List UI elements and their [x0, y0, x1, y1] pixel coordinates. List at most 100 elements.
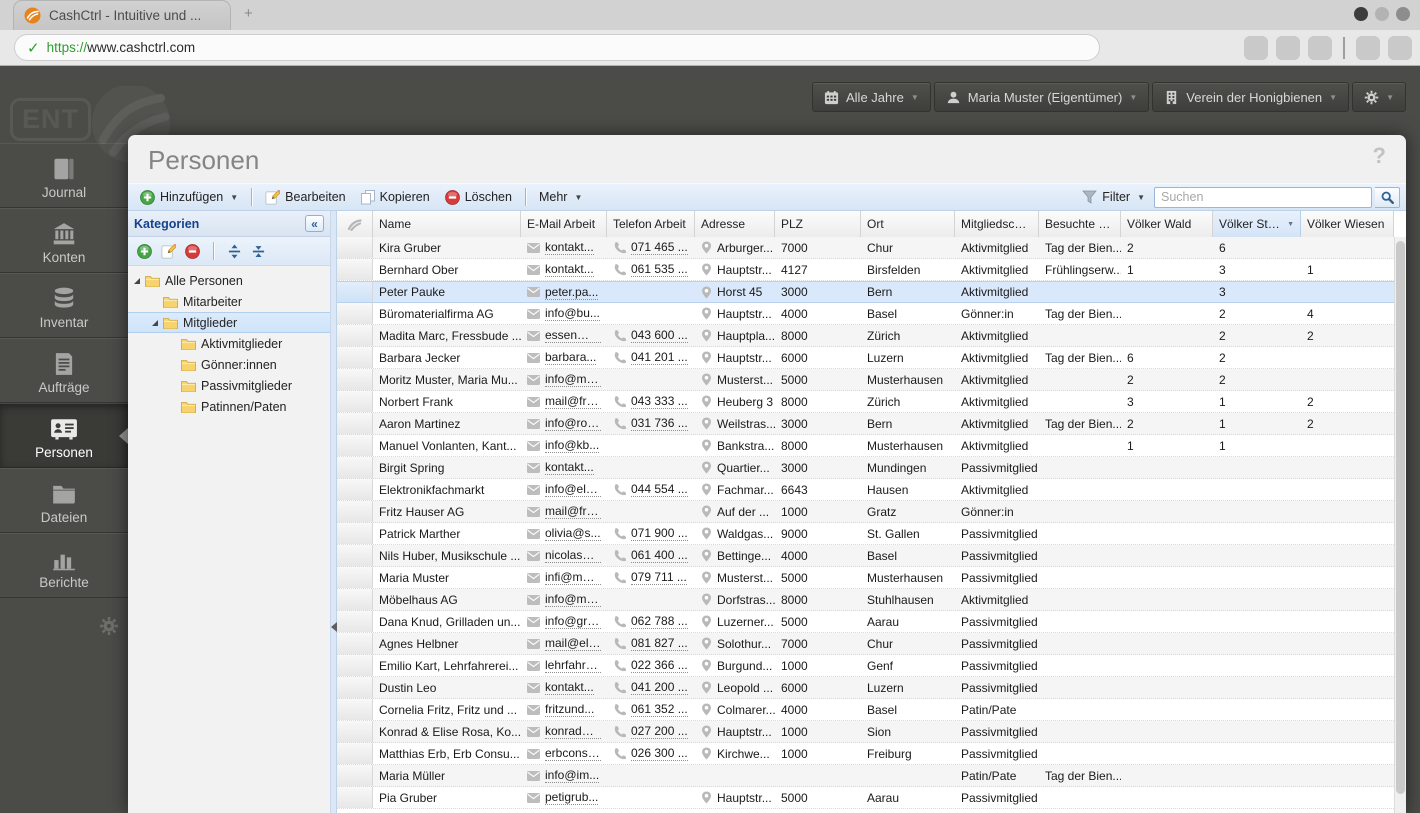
table-row[interactable]: Kira Gruber kontakt... 071 465 ... Arburger… [337, 237, 1394, 259]
email-link[interactable]: info@roh... [545, 416, 601, 431]
table-row[interactable]: Möbelhaus AG info@mo... Dorfstras... 8000 St… [337, 589, 1394, 611]
table-row[interactable]: Madita Marc, Fressbude ... essen@fr... 043… [337, 325, 1394, 347]
table-row[interactable]: Matthias Erb, Erb Consu... erbconsu... 026… [337, 743, 1394, 765]
email-link[interactable]: info@gril... [545, 614, 601, 629]
row-handle[interactable] [337, 347, 373, 368]
sidebar-item-inventar[interactable]: Inventar [0, 273, 128, 338]
tree-expand-caret-icon[interactable] [152, 319, 158, 326]
row-handle[interactable] [337, 611, 373, 632]
table-row[interactable]: Agnes Helbner mail@ele... 081 827 ... Solot… [337, 633, 1394, 655]
phone-link[interactable]: 041 201 ... [631, 350, 688, 365]
tree-expand-caret-icon[interactable] [134, 277, 140, 284]
email-link[interactable]: info@mo... [545, 592, 601, 607]
edit-button[interactable]: Bearbeiten [259, 188, 351, 207]
email-link[interactable]: barbara... [545, 350, 597, 365]
email-link[interactable]: infi@mus... [545, 570, 601, 585]
phone-link[interactable]: 031 736 ... [631, 416, 688, 431]
email-link[interactable]: mail@ele... [545, 636, 601, 651]
phone-link[interactable]: 062 788 ... [631, 614, 688, 629]
table-row[interactable]: Patrick Marther olivia@s... 071 900 ... Wal… [337, 523, 1394, 545]
row-handle[interactable] [337, 501, 373, 522]
email-link[interactable]: erbconsu... [545, 746, 601, 761]
row-handle[interactable] [337, 721, 373, 742]
edit-category-button[interactable] [161, 243, 176, 259]
row-handle[interactable] [337, 545, 373, 566]
email-link[interactable]: petigrub... [545, 790, 599, 805]
phone-link[interactable]: 071 900 ... [631, 526, 688, 541]
email-link[interactable]: kontakt... [545, 262, 594, 277]
row-handle[interactable] [337, 479, 373, 500]
email-link[interactable]: olivia@s... [545, 526, 601, 541]
table-row[interactable]: Büromaterialfirma AG info@bu... Hauptstr..… [337, 303, 1394, 325]
row-handle[interactable] [337, 633, 373, 654]
column-header[interactable]: PLZ [775, 211, 861, 237]
browser-button-icon[interactable] [1244, 35, 1268, 60]
row-handle[interactable] [337, 765, 373, 786]
help-icon[interactable]: ? [1373, 143, 1386, 169]
row-handle[interactable] [337, 567, 373, 588]
browser-button-icon[interactable] [1388, 35, 1412, 60]
window-control-icon[interactable] [1396, 7, 1410, 21]
email-link[interactable]: info@bu... [545, 306, 600, 321]
settings-menu-button[interactable]: ▼ [1352, 82, 1406, 112]
tree-item[interactable]: Gönner:innen [128, 354, 330, 375]
row-handle[interactable] [337, 259, 373, 280]
table-row[interactable]: Peter Pauke peter.pa... Horst 45 3000 Bern Ak… [337, 281, 1394, 303]
column-header[interactable]: Ort [861, 211, 955, 237]
scrollbar-thumb[interactable] [1396, 241, 1405, 794]
phone-link[interactable]: 061 535 ... [631, 262, 688, 277]
filter-button[interactable]: Filter ▼ [1076, 188, 1151, 206]
sidebar-item-journal[interactable]: Journal [0, 143, 128, 208]
delete-button[interactable]: Löschen [439, 188, 518, 207]
search-button[interactable] [1375, 186, 1400, 208]
table-row[interactable]: Norbert Frank mail@fra... 043 333 ... Heube… [337, 391, 1394, 413]
tree-item[interactable]: Mitglieder [128, 312, 330, 333]
sidebar-gear-icon[interactable] [99, 616, 119, 641]
more-button[interactable]: Mehr ▼ [533, 188, 588, 206]
panel-splitter[interactable] [330, 211, 337, 813]
table-row[interactable]: Birgit Spring kontakt... Quartier... 3000 Mu… [337, 457, 1394, 479]
row-handle[interactable] [337, 457, 373, 478]
table-row[interactable]: Nils Huber, Musikschule ... nicolas@... 06… [337, 545, 1394, 567]
email-link[interactable]: kontakt... [545, 680, 594, 695]
row-handle[interactable] [337, 237, 373, 258]
tree-item[interactable]: Passivmitglieder [128, 375, 330, 396]
tree-item[interactable]: Mitarbeiter [128, 291, 330, 312]
window-control-icon[interactable] [1375, 7, 1389, 21]
table-row[interactable]: Manuel Vonlanten, Kant... info@kb... Banks… [337, 435, 1394, 457]
table-row[interactable]: Konrad & Elise Rosa, Ko... konrad@... 027 … [337, 721, 1394, 743]
column-header[interactable]: Name [373, 211, 521, 237]
add-button[interactable]: Hinzufügen ▼ [134, 188, 244, 207]
sidebar-item-konten[interactable]: Konten [0, 208, 128, 273]
column-header[interactable]: Mitgliedschaft [955, 211, 1039, 237]
row-handle[interactable] [337, 787, 373, 808]
column-header-swoosh[interactable] [337, 211, 373, 237]
column-header[interactable]: Völker Wald [1121, 211, 1213, 237]
table-row[interactable]: Elektronikfachmarkt info@ele... 044 554 ..… [337, 479, 1394, 501]
email-link[interactable]: mail@frit... [545, 504, 601, 519]
delete-category-button[interactable] [185, 243, 200, 259]
email-link[interactable]: info@ele... [545, 482, 601, 497]
email-link[interactable]: info@mu... [545, 372, 601, 387]
email-link[interactable]: info@im... [545, 768, 600, 783]
table-row[interactable]: Cornelia Fritz, Fritz und ... fritzund...… [337, 699, 1394, 721]
window-control-icon[interactable] [1354, 7, 1368, 21]
browser-tab[interactable]: CashCtrl - Intuitive und ... [13, 0, 231, 30]
table-row[interactable]: Maria Müller info@im... Patin/Pate Tag der … [337, 765, 1394, 787]
collapse-all-button[interactable] [251, 244, 266, 259]
row-handle[interactable] [337, 369, 373, 390]
row-handle[interactable] [337, 282, 373, 302]
phone-link[interactable]: 061 352 ... [631, 702, 688, 717]
email-link[interactable]: konrad@... [545, 724, 601, 739]
sidebar-item-berichte[interactable]: Berichte [0, 533, 128, 598]
table-row[interactable]: Bernhard Ober kontakt... 061 535 ... Haupts… [337, 259, 1394, 281]
url-field[interactable]: ✓ https://www.cashctrl.com [14, 34, 1100, 61]
search-input[interactable] [1154, 186, 1372, 208]
phone-link[interactable]: 081 827 ... [631, 636, 688, 651]
row-handle[interactable] [337, 589, 373, 610]
phone-link[interactable]: 061 400 ... [631, 548, 688, 563]
email-link[interactable]: nicolas@... [545, 548, 601, 563]
table-row[interactable]: Dana Knud, Grilladen un... info@gril... 06… [337, 611, 1394, 633]
vertical-scrollbar[interactable] [1394, 237, 1406, 813]
phone-link[interactable]: 071 465 ... [631, 240, 688, 255]
